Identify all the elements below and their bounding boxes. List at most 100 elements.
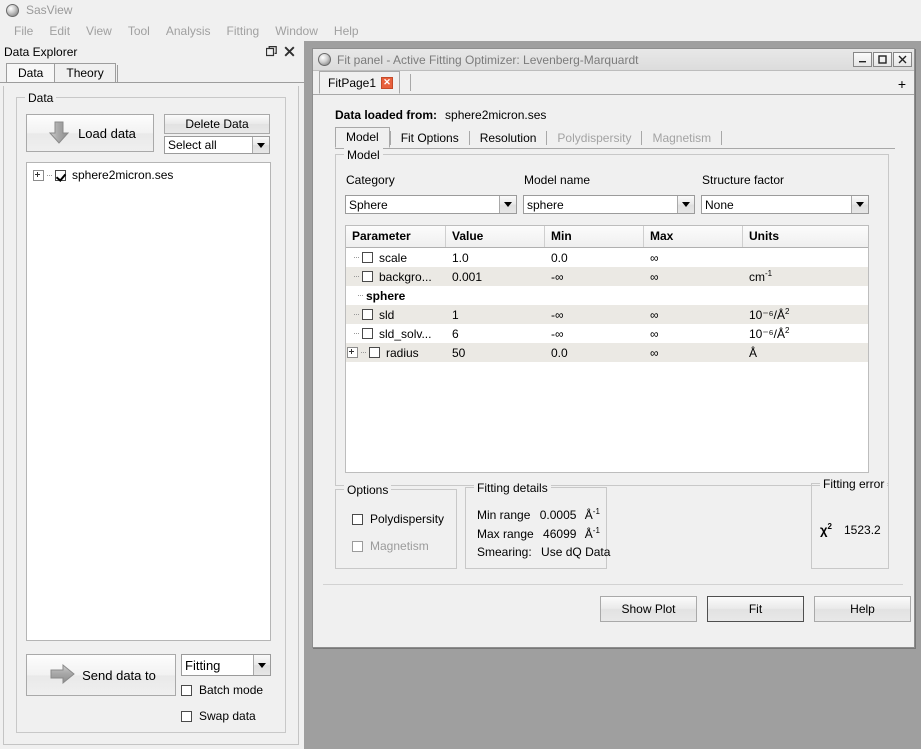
smearing-value: Use dQ Data [541,545,610,559]
data-loaded-filename: sphere2micron.ses [445,108,546,122]
menu-item-file[interactable]: File [6,22,41,40]
help-button[interactable]: Help [814,596,911,622]
tab-separator [721,131,722,145]
menu-item-window[interactable]: Window [267,22,326,40]
min-range-value: 0.0005 [540,508,577,522]
table-row[interactable]: backgro... 0.001 -∞ ∞ cm-1 [346,267,868,286]
parameter-table[interactable]: Parameter Value Min Max Units scale [345,225,869,473]
parameter-min[interactable]: 0.0 [545,346,644,360]
parameter-checkbox[interactable] [362,309,373,320]
parameter-max[interactable]: ∞ [644,270,743,284]
swap-data-checkbox-row[interactable]: Swap data [181,709,256,723]
table-row[interactable]: sld_solv... 6 -∞ ∞ 10⁻⁶/Å2 [346,324,868,343]
parameter-max[interactable]: ∞ [644,346,743,360]
tab-fit-options[interactable]: Fit Options [391,129,469,148]
column-header-min[interactable]: Min [545,226,644,247]
fit-page-tab-label: FitPage1 [328,76,376,90]
fit-button[interactable]: Fit [707,596,804,622]
parameter-max[interactable]: ∞ [644,308,743,322]
parameter-max[interactable]: ∞ [644,251,743,265]
parameter-checkbox[interactable] [362,271,373,282]
parameter-name: sld_solv... [379,327,431,341]
tab-model[interactable]: Model [335,127,390,148]
parameter-checkbox[interactable] [362,328,373,339]
polydispersity-checkbox[interactable] [352,514,363,525]
column-header-max[interactable]: Max [644,226,743,247]
dataset-checkbox[interactable] [55,170,66,181]
app-title-bar: SasView [0,0,921,20]
tab-data[interactable]: Data [6,63,55,82]
parameter-name: radius [386,346,419,360]
data-tree-listbox[interactable]: sphere2micron.ses [26,162,271,641]
menu-item-help[interactable]: Help [326,22,367,40]
menu-item-analysis[interactable]: Analysis [158,22,219,40]
load-data-button[interactable]: Load data [26,114,154,152]
parameter-value[interactable]: 1.0 [446,251,545,265]
parameter-value[interactable]: 6 [446,327,545,341]
chevron-down-icon[interactable] [253,655,270,675]
chevron-down-icon[interactable] [677,196,694,213]
fit-panel-window: Fit panel - Active Fitting Optimizer: Le… [312,48,915,648]
expand-dataset-icon[interactable] [33,170,44,181]
model-name-value: sphere [524,198,677,212]
close-icon[interactable] [280,44,298,60]
send-data-button[interactable]: Send data to [26,654,176,696]
minimize-button[interactable] [853,52,872,67]
model-name-combobox[interactable]: sphere [523,195,695,214]
parameter-min[interactable]: 0.0 [545,251,644,265]
parameter-value[interactable]: 0.001 [446,270,545,284]
batch-mode-checkbox-row[interactable]: Batch mode [181,683,263,697]
divider [323,584,903,585]
parameter-group-name: sphere [366,289,405,303]
chevron-down-icon[interactable] [499,196,516,213]
structure-factor-combobox[interactable]: None [701,195,869,214]
menu-item-tool[interactable]: Tool [120,22,158,40]
expand-radius-icon[interactable] [347,347,358,358]
chevron-down-icon[interactable] [252,137,269,153]
list-item[interactable]: sphere2micron.ses [27,166,270,184]
fitting-details-group: Fitting details Min range 0.0005 Å-1 Max… [465,487,607,569]
menu-item-edit[interactable]: Edit [41,22,78,40]
fit-panel-title-bar[interactable]: Fit panel - Active Fitting Optimizer: Le… [313,49,914,71]
show-plot-button[interactable]: Show Plot [600,596,697,622]
send-target-combobox[interactable]: Fitting [181,654,271,676]
tab-resolution[interactable]: Resolution [470,129,547,148]
close-button[interactable] [893,52,912,67]
options-group: Options Polydispersity Magnetism [335,489,457,569]
table-row[interactable]: sphere [346,286,868,305]
table-row[interactable]: sld 1 -∞ ∞ 10⁻⁶/Å2 [346,305,868,324]
column-header-parameter[interactable]: Parameter [346,226,446,247]
parameter-min[interactable]: -∞ [545,308,644,322]
parameter-min[interactable]: -∞ [545,327,644,341]
load-data-label: Load data [78,126,136,141]
add-fit-page-button[interactable]: + [894,75,910,92]
parameter-checkbox[interactable] [362,252,373,263]
column-header-value[interactable]: Value [446,226,545,247]
fit-page-tab-fitpage1[interactable]: FitPage1 ✕ [319,71,400,94]
maximize-button[interactable] [873,52,892,67]
batch-mode-checkbox[interactable] [181,685,192,696]
tree-dash-icon [354,333,359,334]
parameter-max[interactable]: ∞ [644,327,743,341]
app-title: SasView [26,3,72,17]
swap-data-checkbox[interactable] [181,711,192,722]
select-all-combobox[interactable]: Select all [164,136,270,154]
table-row[interactable]: scale 1.0 0.0 ∞ [346,248,868,267]
category-combobox[interactable]: Sphere [345,195,517,214]
parameter-checkbox[interactable] [369,347,380,358]
close-tab-icon[interactable]: ✕ [381,77,393,89]
delete-data-button[interactable]: Delete Data [164,114,270,134]
menu-item-fitting[interactable]: Fitting [219,22,268,40]
parameter-units: Å [743,346,868,360]
chevron-down-icon[interactable] [851,196,868,213]
polydispersity-checkbox-row[interactable]: Polydispersity [352,512,444,526]
dataset-label: sphere2micron.ses [72,168,173,182]
parameter-min[interactable]: -∞ [545,270,644,284]
tab-theory[interactable]: Theory [54,63,115,82]
table-row[interactable]: radius 50 0.0 ∞ Å [346,343,868,362]
parameter-value[interactable]: 1 [446,308,545,322]
float-window-icon[interactable] [262,44,280,60]
parameter-value[interactable]: 50 [446,346,545,360]
column-header-units[interactable]: Units [743,226,868,247]
menu-item-view[interactable]: View [78,22,120,40]
